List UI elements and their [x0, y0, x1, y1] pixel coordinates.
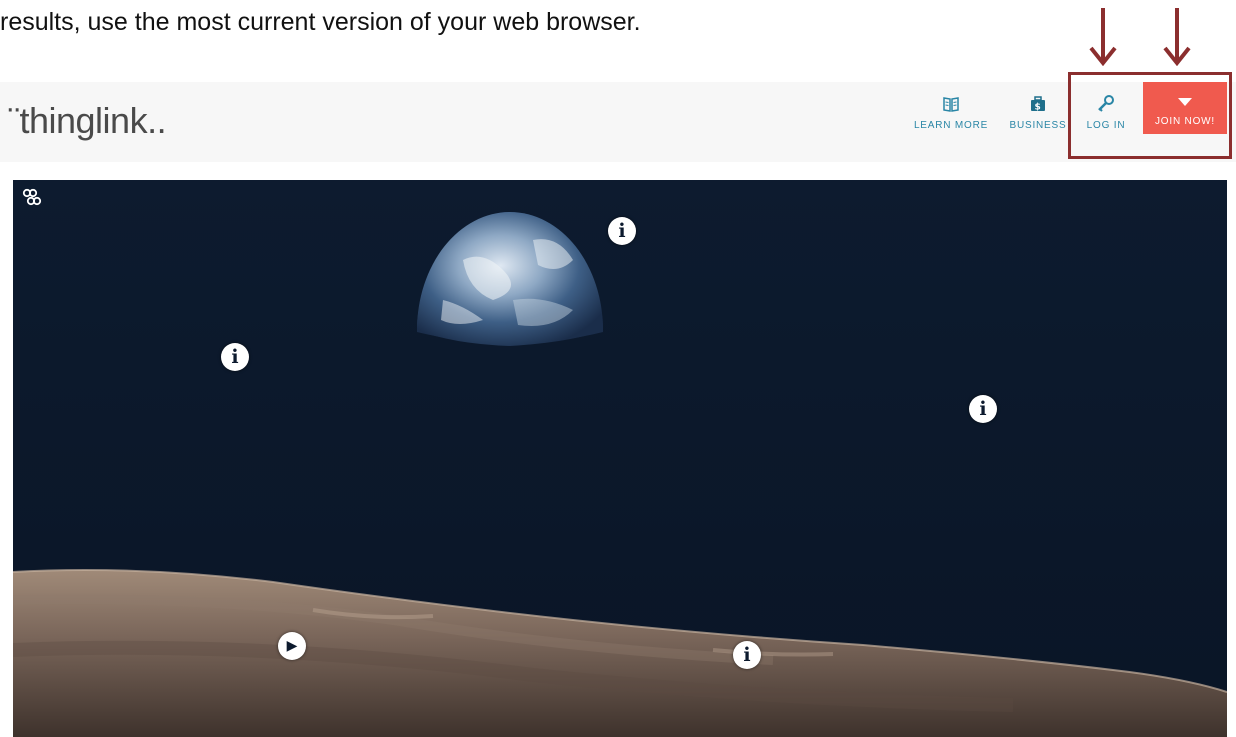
briefcase-dollar-icon: $ — [1006, 92, 1070, 114]
annotation-arrow-join — [1162, 8, 1192, 66]
book-icon — [909, 92, 993, 114]
instruction-text: results, use the most current version of… — [0, 8, 641, 36]
annotation-arrow-login — [1088, 8, 1118, 66]
site-header: ¨thinglink.. LEARN MORE $ BUSINESS LOG I… — [0, 82, 1236, 162]
earthrise-photo — [13, 180, 1227, 737]
thinglink-logo[interactable]: ¨thinglink.. — [8, 100, 167, 142]
nav-business-label: BUSINESS — [1009, 120, 1067, 131]
nav-learn-more-label: LEARN MORE — [913, 120, 989, 131]
info-hotspot-icon[interactable]: i — [969, 395, 997, 423]
info-hotspot-icon[interactable]: i — [733, 641, 761, 669]
video-play-hotspot-icon[interactable]: ▶ — [278, 632, 306, 660]
info-hotspot-icon[interactable]: i — [608, 217, 636, 245]
annotation-highlight-box — [1068, 72, 1232, 159]
nav-learn-more[interactable]: LEARN MORE — [909, 92, 993, 136]
nav-business[interactable]: $ BUSINESS — [1006, 92, 1070, 136]
info-hotspot-icon[interactable]: i — [221, 343, 249, 371]
thinglink-brand-icon[interactable] — [22, 188, 44, 208]
svg-text:$: $ — [1034, 103, 1041, 113]
thinglink-image[interactable]: i i i i ▶ — [13, 180, 1227, 737]
